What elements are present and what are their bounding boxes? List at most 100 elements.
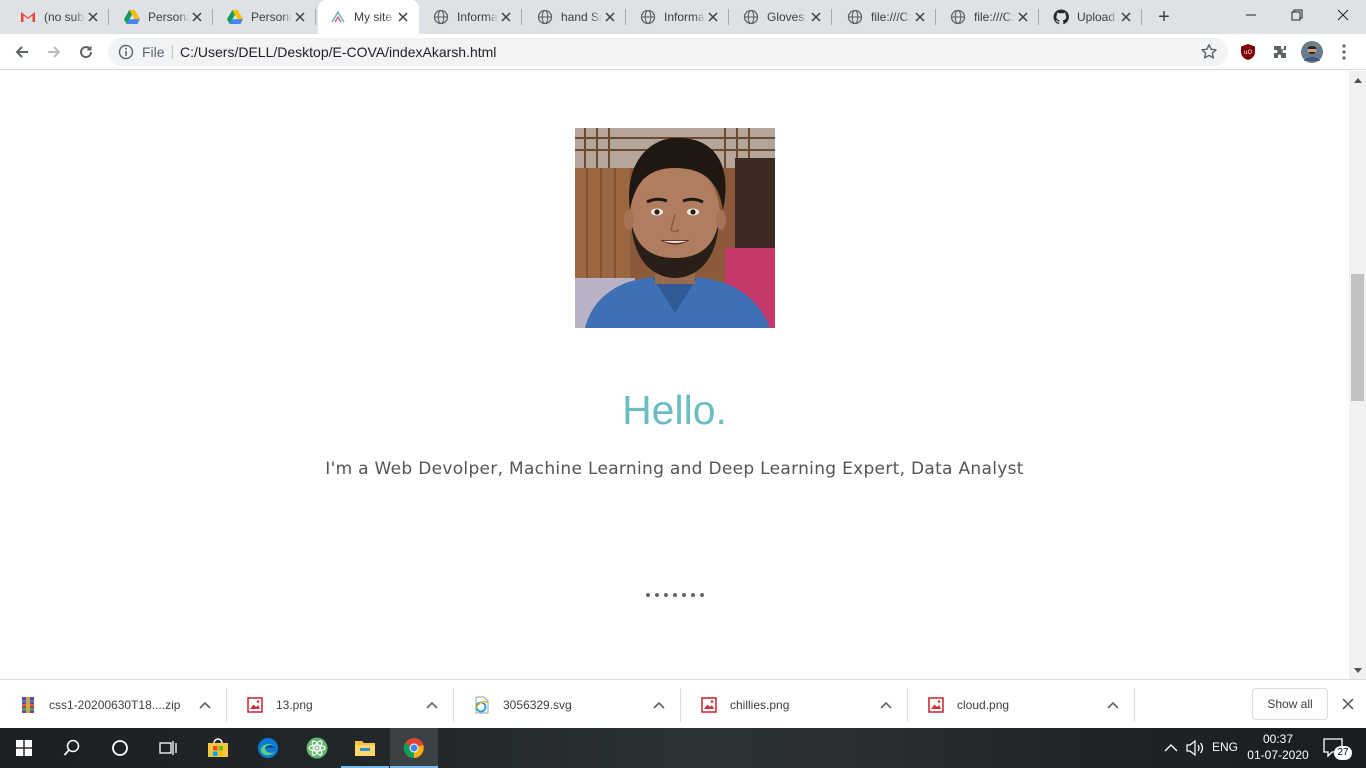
download-options-button[interactable] [195, 695, 215, 715]
tab-separator [212, 9, 213, 25]
tab-11[interactable]: Upload [1041, 0, 1142, 34]
tab-4[interactable]: My site [318, 0, 419, 34]
ublock-extension-button[interactable]: uO [1238, 42, 1258, 62]
tab-title: (no subject) [44, 10, 85, 24]
reload-button[interactable] [72, 38, 100, 66]
close-tab-button[interactable] [395, 9, 411, 25]
download-item[interactable]: chillies.png [681, 680, 908, 729]
download-options-button[interactable] [1103, 695, 1123, 715]
taskbar-chrome[interactable] [390, 728, 438, 768]
close-window-button[interactable] [1320, 0, 1366, 30]
close-tab-button[interactable] [498, 9, 514, 25]
image-file-icon [246, 696, 264, 714]
close-icon [1337, 9, 1349, 21]
close-tab-button[interactable] [705, 9, 721, 25]
tab-5[interactable]: Information [421, 0, 522, 34]
download-item[interactable]: cloud.png [908, 680, 1135, 729]
tab-title: My site [354, 10, 393, 24]
close-icon [605, 12, 615, 22]
new-tab-button[interactable]: + [1152, 5, 1176, 29]
taskbar-file-explorer[interactable] [341, 728, 389, 768]
chevron-up-icon [653, 701, 665, 709]
tab-separator [108, 9, 109, 25]
taskbar-edge[interactable] [244, 728, 292, 768]
tab-2[interactable]: Personal [112, 0, 213, 34]
tab-1[interactable]: (no subject) [8, 0, 109, 34]
tab-separator [1038, 9, 1039, 25]
tab-7[interactable]: Information [628, 0, 729, 34]
divider-dot [645, 593, 650, 597]
tab-title: Upload [1077, 10, 1116, 24]
close-icon [192, 12, 202, 22]
close-tab-button[interactable] [912, 9, 928, 25]
download-item[interactable]: 3056329.svg [454, 680, 681, 729]
windows-taskbar: ENG 00:37 01-07-2020 27 [0, 728, 1366, 768]
winrar-archive-icon [19, 696, 37, 714]
bookmark-star-icon[interactable] [1200, 43, 1218, 61]
back-button[interactable] [8, 38, 36, 66]
show-all-downloads-button[interactable]: Show all [1252, 688, 1328, 720]
close-tab-button[interactable] [292, 9, 308, 25]
cortana-button[interactable] [96, 728, 144, 768]
scroll-up-button[interactable] [1349, 71, 1366, 88]
task-view-button[interactable] [144, 728, 192, 768]
scroll-down-button[interactable] [1349, 662, 1366, 679]
greeting-heading: Hello. [622, 387, 727, 433]
extensions-button[interactable] [1270, 42, 1290, 62]
taskbar-atom[interactable] [293, 728, 341, 768]
taskbar-store[interactable] [194, 728, 242, 768]
browser-menu-button[interactable] [1334, 42, 1354, 62]
download-item[interactable]: css1-20200630T18....zip [0, 680, 227, 729]
divider-dot [690, 593, 695, 597]
google-drive-icon [227, 9, 243, 25]
tab-9[interactable]: file:///C: [835, 0, 936, 34]
download-options-button[interactable] [649, 695, 669, 715]
tab-10[interactable]: file:///C: [938, 0, 1039, 34]
tab-6[interactable]: hand Sanitizer [525, 0, 626, 34]
close-tab-button[interactable] [1015, 9, 1031, 25]
tab-title: file:///C: [974, 10, 1015, 24]
download-options-button[interactable] [876, 695, 896, 715]
download-item[interactable]: 13.png [227, 680, 454, 729]
vertical-scrollbar[interactable] [1349, 71, 1366, 679]
close-tab-button[interactable] [85, 9, 101, 25]
tab-separator [625, 9, 626, 25]
clock-time[interactable]: 00:37 [1248, 732, 1308, 746]
profile-avatar-button[interactable] [1300, 40, 1324, 64]
close-tab-button[interactable] [808, 9, 824, 25]
tab-separator [831, 9, 832, 25]
scroll-up-arrow-icon [1353, 77, 1362, 83]
close-icon [915, 12, 925, 22]
search-button[interactable] [48, 728, 96, 768]
site-icon [330, 9, 346, 25]
omnibox-divider [172, 45, 173, 59]
puzzle-icon [1274, 46, 1286, 58]
url-text[interactable]: C:/Users/DELL/Desktop/E-COVA/indexAkarsh… [180, 44, 496, 60]
minimize-button[interactable] [1228, 0, 1274, 30]
restore-button[interactable] [1274, 0, 1320, 30]
forward-button[interactable] [40, 38, 68, 66]
info-icon[interactable] [118, 44, 134, 60]
internet-explorer-file-icon [473, 696, 491, 714]
address-bar[interactable]: File C:/Users/DELL/Desktop/E-COVA/indexA… [108, 38, 1228, 66]
show-hidden-icons-icon[interactable] [1162, 738, 1180, 758]
close-tab-button[interactable] [1118, 9, 1134, 25]
github-icon [1053, 9, 1069, 25]
page-viewport: Hello. I'm a Web Devolper, Machine Learn… [0, 71, 1366, 679]
download-options-button[interactable] [422, 695, 442, 715]
scroll-thumb[interactable] [1351, 274, 1364, 401]
globe-icon [640, 9, 656, 25]
close-tab-button[interactable] [602, 9, 618, 25]
tab-3[interactable]: Personal [215, 0, 316, 34]
close-tab-button[interactable] [189, 9, 205, 25]
tab-title: file:///C: [871, 10, 912, 24]
close-downloads-bar-button[interactable] [1338, 694, 1358, 714]
windows-logo-icon [16, 740, 32, 756]
input-language-indicator[interactable]: ENG [1212, 740, 1238, 754]
start-button[interactable] [0, 728, 48, 768]
scroll-down-arrow-icon [1353, 667, 1362, 673]
volume-icon[interactable] [1185, 738, 1205, 758]
chevron-up-icon [880, 701, 892, 709]
tab-8[interactable]: Gloves [731, 0, 832, 34]
clock-date[interactable]: 01-07-2020 [1246, 748, 1310, 762]
